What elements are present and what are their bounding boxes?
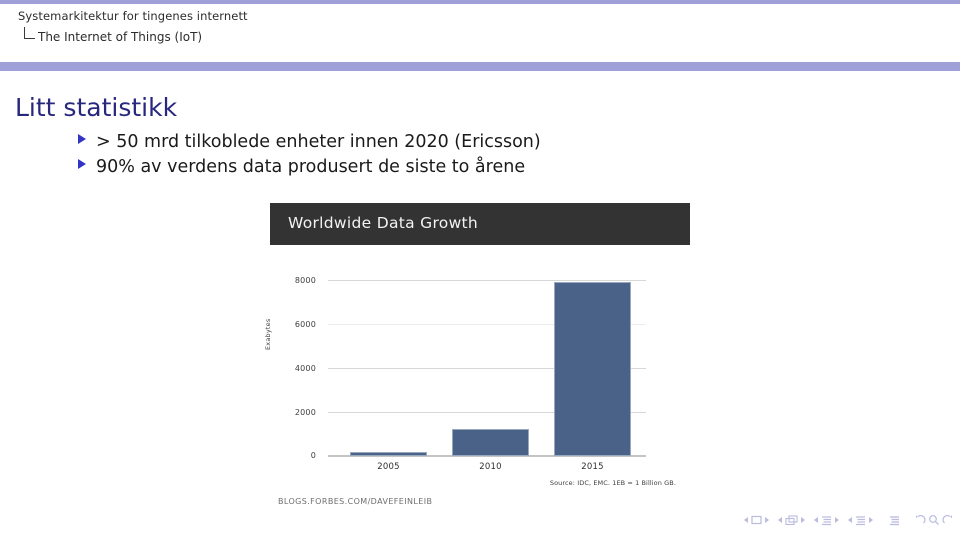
slide-header: Systemarkitektur for tingenes internett …: [0, 4, 960, 60]
subsection-icon[interactable]: [821, 515, 832, 526]
previous-section-icon[interactable]: [848, 517, 852, 523]
worldwide-data-growth-chart: Worldwide Data Growth Exabytes 8000 6000…: [264, 203, 690, 513]
corner-bracket-icon: [24, 27, 35, 39]
frames-icon[interactable]: [785, 514, 798, 526]
bar-2010: [452, 429, 529, 456]
list-item: > 50 mrd tilkoblede enheter innen 2020 (…: [78, 132, 778, 152]
next-frame-icon[interactable]: [801, 517, 805, 523]
y-tick-8000: 8000: [294, 276, 316, 285]
x-tick-2015: 2015: [581, 462, 604, 472]
triangle-bullet-icon: [78, 159, 86, 169]
back-arrow-icon[interactable]: [914, 514, 926, 526]
previous-frame-icon[interactable]: [778, 517, 782, 523]
nav-presentation-group[interactable]: [889, 515, 900, 526]
slide-icon[interactable]: [751, 515, 762, 525]
gridline-8000: [328, 280, 646, 281]
x-tick-2010: 2010: [479, 462, 502, 472]
bullet-text: > 50 mrd tilkoblede enheter innen 2020 (…: [96, 132, 541, 152]
bar-2015: [554, 282, 631, 456]
bullet-text: 90% av verdens data produsert de siste t…: [96, 157, 526, 177]
previous-subsection-icon[interactable]: [814, 517, 818, 523]
breadcrumb: The Internet of Things (IoT): [24, 27, 203, 44]
chart-plot-area: Exabytes 8000 6000 4000 2000 0 2005 2010…: [264, 258, 690, 473]
section-title: The Internet of Things (IoT): [38, 30, 203, 44]
presentation-title: Systemarkitektur for tingenes internett: [18, 9, 248, 23]
list-item: 90% av verdens data produsert de siste t…: [78, 157, 778, 177]
next-subsection-icon[interactable]: [835, 517, 839, 523]
nav-slide-group[interactable]: [744, 515, 769, 525]
bullet-list: > 50 mrd tilkoblede enheter innen 2020 (…: [78, 132, 778, 182]
chart-watermark: BLOGS.FORBES.COM/DAVEFEINLEIB: [278, 497, 433, 506]
y-tick-0: 0: [310, 451, 316, 460]
y-tick-6000: 6000: [294, 320, 316, 329]
section-icon[interactable]: [855, 515, 866, 526]
next-section-icon[interactable]: [869, 517, 873, 523]
presentation-icon[interactable]: [889, 515, 900, 526]
frame-title: Litt statistikk: [15, 93, 178, 122]
nav-frame-group[interactable]: [778, 514, 805, 526]
triangle-bullet-icon: [78, 134, 86, 144]
y-tick-2000: 2000: [294, 408, 316, 417]
nav-subsection-group[interactable]: [814, 515, 839, 526]
slide-canvas: Systemarkitektur for tingenes internett …: [0, 0, 960, 536]
nav-history-group[interactable]: [914, 514, 954, 526]
chart-title: Worldwide Data Growth: [288, 214, 479, 232]
beamer-navigation-bar[interactable]: [735, 512, 954, 528]
chart-title-banner: Worldwide Data Growth: [270, 203, 690, 245]
header-accent-rule: [0, 62, 960, 71]
next-slide-icon[interactable]: [765, 517, 769, 523]
x-tick-2005: 2005: [377, 462, 400, 472]
bar-2005: [350, 452, 427, 456]
search-icon[interactable]: [928, 514, 940, 526]
previous-slide-icon[interactable]: [744, 517, 748, 523]
forward-arrow-icon[interactable]: [942, 514, 954, 526]
chart-source-note: Source: IDC, EMC. 1EB = 1 Billion GB.: [549, 479, 676, 487]
y-tick-4000: 4000: [294, 364, 316, 373]
nav-section-group[interactable]: [848, 515, 873, 526]
